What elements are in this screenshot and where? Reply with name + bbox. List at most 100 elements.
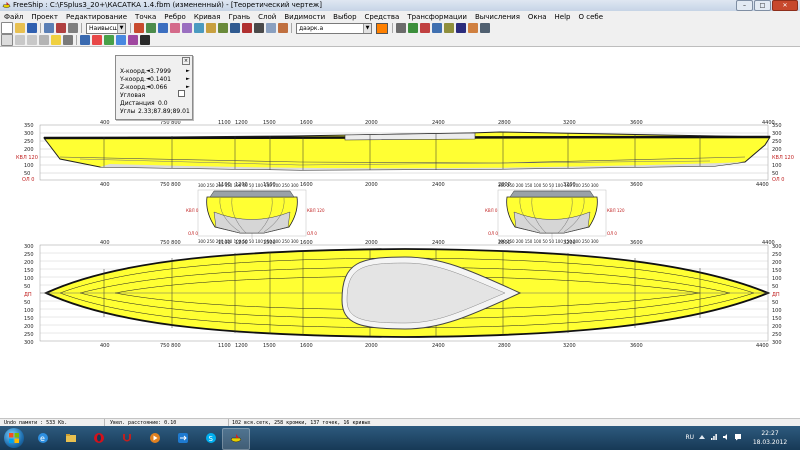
layer-lock-icon[interactable] [444, 23, 454, 33]
menu-transform[interactable]: Трансформации [403, 13, 471, 21]
clock[interactable]: 22:27 18.03.2012 [748, 429, 792, 447]
y-coord-value[interactable]: 0.1401 [150, 76, 171, 83]
y-increment-icon[interactable]: ► [186, 76, 190, 82]
panel-close-button[interactable]: × [182, 57, 190, 65]
plan-x-tick: 750 800 [160, 343, 181, 349]
maximize-button[interactable]: □ [754, 0, 771, 11]
taskbar-media[interactable] [142, 428, 168, 448]
clock-time: 22:27 [761, 430, 779, 437]
intersect-icon[interactable] [230, 23, 240, 33]
coordinates-panel[interactable]: × X-коорд. ◄ 3.7999 ► Y-коорд. ◄ 0.1401 … [115, 55, 193, 120]
layer-move-icon[interactable] [456, 23, 466, 33]
x-coord-value[interactable]: 3.7999 [150, 68, 171, 75]
menu-file[interactable]: Файл [0, 13, 27, 21]
menu-edge[interactable]: Ребро [160, 13, 190, 21]
control-net-icon[interactable] [80, 35, 90, 45]
plan-x-tick: 2800 [498, 240, 511, 246]
select-all-icon[interactable] [1, 34, 13, 46]
layer-visibility-icon[interactable] [432, 23, 442, 33]
print-icon[interactable] [140, 35, 150, 45]
menu-calculations[interactable]: Вычисления [471, 13, 524, 21]
stations-icon[interactable] [92, 35, 102, 45]
curve-icon[interactable] [182, 23, 192, 33]
menu-curve[interactable]: Кривая [190, 13, 225, 21]
delete-icon[interactable] [242, 23, 252, 33]
menu-point[interactable]: Точка [131, 13, 160, 21]
layer-delete-icon[interactable] [480, 23, 490, 33]
buttocks-icon[interactable] [104, 35, 114, 45]
taskbar-skype[interactable]: S [198, 428, 224, 448]
pan-icon[interactable] [39, 35, 49, 45]
action-center-icon[interactable] [734, 433, 742, 441]
profile-x-tick: 400 [100, 120, 110, 126]
taskbar-ie[interactable]: e [30, 428, 56, 448]
volume-icon[interactable] [722, 433, 730, 441]
body-plan-left-scale-bottom: 300 250 200 150 100 50 50 100 150 200 25… [198, 239, 299, 244]
taskbar-teamviewer[interactable] [170, 428, 196, 448]
rotate-icon[interactable] [278, 23, 288, 33]
zoom-in-icon[interactable] [15, 35, 25, 45]
precision-select[interactable]: Наивысш ▼ [86, 22, 126, 34]
open-folder-icon[interactable] [15, 23, 25, 33]
menu-face[interactable]: Грань [224, 13, 254, 21]
layer-properties-icon[interactable] [396, 23, 406, 33]
crease-icon[interactable] [254, 23, 264, 33]
minimize-button[interactable]: – [736, 0, 753, 11]
show-all-icon[interactable] [408, 23, 418, 33]
diagonals-icon[interactable] [128, 35, 138, 45]
tray-expand-icon[interactable] [698, 433, 706, 441]
plan-x-tick: 2800 [498, 343, 511, 349]
menu-layer[interactable]: Слой [254, 13, 280, 21]
layer-merge-icon[interactable] [468, 23, 478, 33]
layer-color-swatch[interactable] [376, 22, 388, 34]
window-title: FreeShip : C:\FSplus3_20+\КАСАТКА 1.4.fb… [13, 1, 322, 9]
profile-y-tick: 350 [24, 123, 34, 129]
freeship-app-icon [2, 1, 11, 9]
taskbar-freeship[interactable] [222, 428, 250, 450]
plan-y-tick: 150 [24, 268, 34, 274]
collapse-edge-icon[interactable] [206, 23, 216, 33]
close-button[interactable]: ✕ [772, 0, 798, 11]
add-edge-icon[interactable] [158, 23, 168, 33]
mirror-icon[interactable] [266, 23, 276, 33]
z-increment-icon[interactable]: ► [186, 84, 190, 90]
menu-edit[interactable]: Редактирование [62, 13, 131, 21]
undo-icon[interactable] [68, 23, 78, 33]
plan-x-tick: 1200 [235, 240, 248, 246]
new-file-icon[interactable] [1, 22, 13, 34]
menu-about[interactable]: О себе [575, 13, 608, 21]
menu-help[interactable]: Help [551, 13, 575, 21]
shading-icon[interactable] [51, 35, 61, 45]
menu-windows[interactable]: Окна [524, 13, 551, 21]
export-icon[interactable] [56, 23, 66, 33]
network-icon[interactable] [710, 433, 718, 441]
taskbar-explorer[interactable] [58, 428, 84, 448]
save-icon[interactable] [27, 23, 37, 33]
start-button[interactable] [4, 428, 24, 448]
layer-color-icon[interactable] [134, 23, 144, 33]
waterlines-icon[interactable] [116, 35, 126, 45]
hide-all-icon[interactable] [420, 23, 430, 33]
precision-select-value: Наивысш [89, 24, 119, 32]
wireframe-icon[interactable] [63, 35, 73, 45]
zoom-out-icon[interactable] [27, 35, 37, 45]
menu-project[interactable]: Проект [27, 13, 62, 21]
split-edge-icon[interactable] [194, 23, 204, 33]
angle-checkbox[interactable] [178, 90, 185, 97]
menu-visibility[interactable]: Видимости [280, 13, 329, 21]
body-plan-right-scale-top: 300 250 200 150 100 50 50 100 150 200 25… [498, 183, 599, 188]
layer-select[interactable]: даэрк.а ▼ [296, 22, 372, 34]
language-indicator[interactable]: RU [685, 434, 694, 441]
menu-selection[interactable]: Выбор [329, 13, 360, 21]
y-coord-label: Y-коорд. [120, 76, 146, 83]
add-face-icon[interactable] [170, 23, 180, 33]
add-point-icon[interactable] [146, 23, 156, 33]
x-increment-icon[interactable]: ► [186, 68, 190, 74]
import-icon[interactable] [44, 23, 54, 33]
insert-plane-icon[interactable] [218, 23, 228, 33]
taskbar-opera[interactable] [86, 428, 112, 448]
menu-tools[interactable]: Средства [361, 13, 404, 21]
taskbar-magnet[interactable] [114, 428, 140, 448]
distance-label: Дистанция [120, 100, 155, 107]
z-coord-value[interactable]: 0.066 [150, 84, 167, 91]
